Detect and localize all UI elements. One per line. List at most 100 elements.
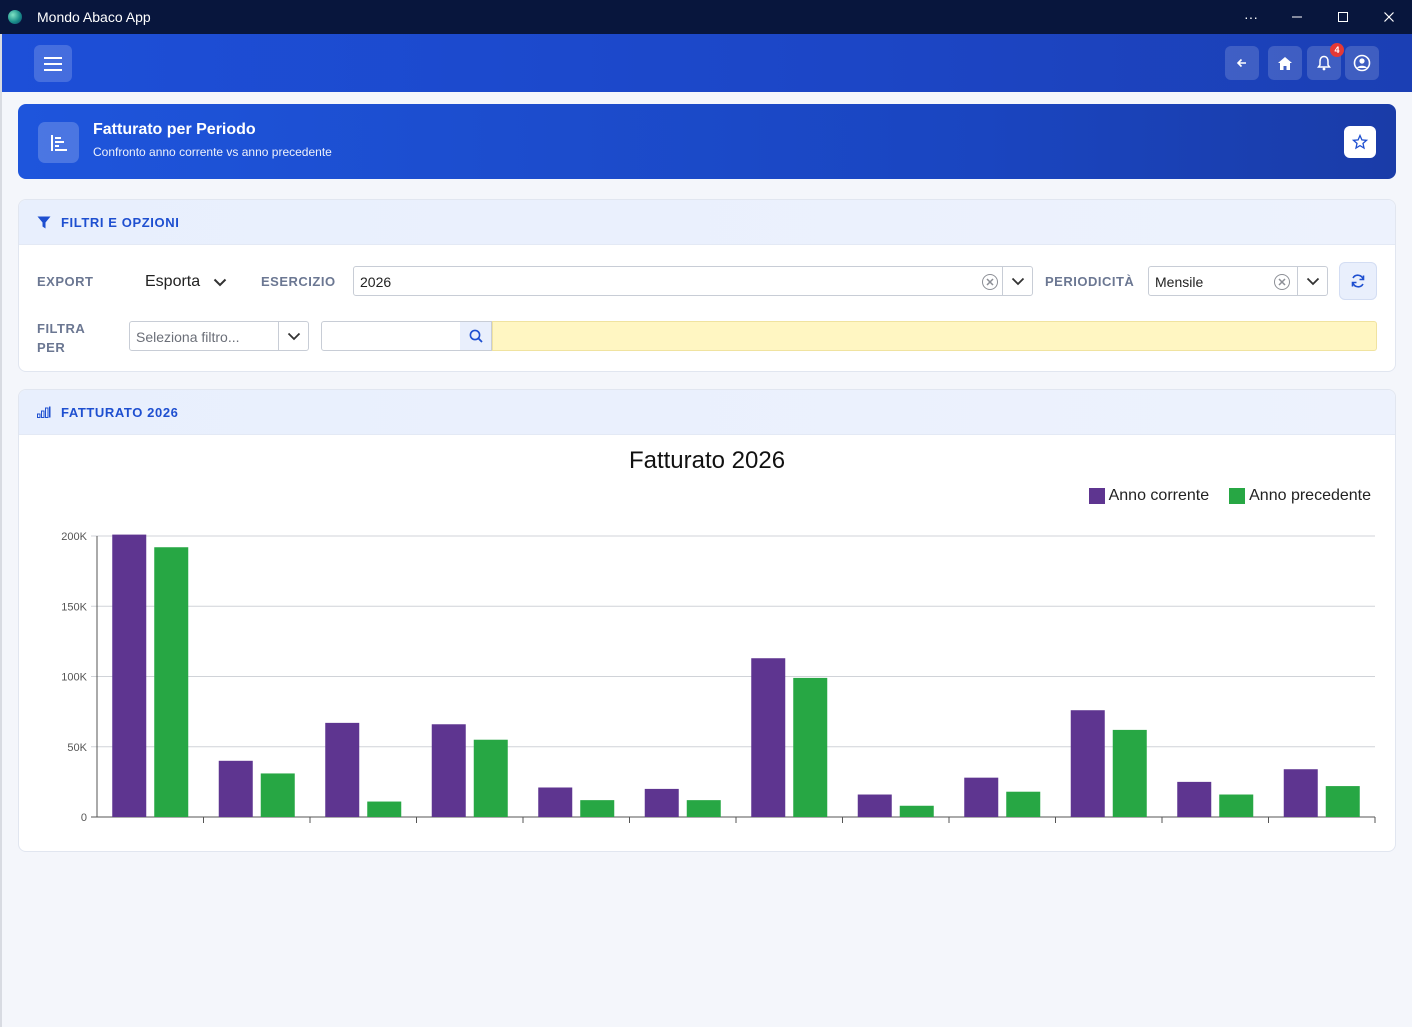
filter-field-placeholder: Seleziona filtro... — [136, 329, 240, 345]
periodicita-select[interactable]: Mensile — [1148, 266, 1328, 296]
periodicita-chevron-down-icon[interactable] — [1297, 267, 1327, 295]
export-dropdown[interactable]: Esporta — [145, 268, 231, 296]
bar-previous-gen[interactable] — [154, 547, 189, 817]
menu-button[interactable] — [34, 45, 72, 82]
search-button[interactable] — [460, 321, 492, 351]
clear-esercizio-icon[interactable] — [982, 274, 998, 290]
esercizio-chevron-down-icon[interactable] — [1002, 267, 1032, 295]
refresh-button[interactable] — [1339, 262, 1377, 300]
maximize-button[interactable] — [1320, 0, 1366, 34]
legend-item-current[interactable]: Anno corrente — [1088, 487, 1209, 505]
bar-current-giu[interactable] — [644, 788, 679, 817]
filter-field-chevron-down-icon[interactable] — [278, 322, 308, 350]
export-label: EXPORT — [37, 274, 94, 289]
search-icon — [469, 329, 483, 343]
user-profile-button[interactable] — [1345, 46, 1379, 80]
close-icon — [1384, 12, 1394, 22]
bar-previous-giu[interactable] — [686, 800, 721, 817]
filter-icon — [37, 216, 51, 228]
chevron-down-icon — [213, 278, 227, 286]
bar-current-apr[interactable] — [431, 724, 466, 817]
page-title-card: Fatturato per Periodo Confronto anno cor… — [18, 104, 1396, 179]
minimize-button[interactable] — [1274, 0, 1320, 34]
periodicita-value: Mensile — [1155, 274, 1204, 290]
x-tick-label: feb — [248, 829, 265, 830]
filters-title: FILTRI E OPZIONI — [61, 214, 180, 230]
back-button[interactable] — [1225, 46, 1259, 80]
window-controls: ··· — [1228, 0, 1412, 34]
esercizio-value: 2026 — [360, 274, 392, 290]
window-titlebar: Mondo Abaco App ··· — [0, 0, 1412, 34]
bar-previous-mag[interactable] — [580, 800, 615, 817]
app-logo-icon — [8, 10, 22, 24]
bar-current-set[interactable] — [964, 777, 999, 817]
x-tick-label: set — [994, 829, 1011, 830]
minimize-icon — [1292, 16, 1302, 18]
bar-current-lug[interactable] — [751, 658, 786, 817]
bar-current-ago[interactable] — [857, 794, 892, 817]
notifications-button[interactable]: 4 — [1307, 43, 1344, 80]
home-button[interactable] — [1268, 46, 1302, 80]
legend-item-previous[interactable]: Anno precedente — [1229, 487, 1371, 505]
esercizio-label: ESERCIZIO — [261, 274, 336, 289]
filters-panel-header[interactable]: FILTRI E OPZIONI — [19, 200, 1395, 245]
app-header: 4 — [2, 34, 1412, 92]
notification-badge: 4 — [1330, 43, 1344, 57]
window-title: Mondo Abaco App — [37, 9, 151, 25]
bar-previous-ott[interactable] — [1112, 729, 1147, 817]
chart-panel: FATTURATO 2026 Fatturato 2026 Anno corre… — [18, 389, 1396, 852]
close-window-button[interactable] — [1366, 0, 1412, 34]
esercizio-select[interactable]: 2026 — [353, 266, 1033, 296]
star-icon — [1352, 134, 1368, 150]
y-tick-label: 150K — [61, 601, 87, 613]
refresh-icon — [1351, 274, 1365, 288]
arrow-left-icon — [1236, 58, 1246, 68]
filter-field-select[interactable]: Seleziona filtro... — [129, 321, 309, 351]
bar-current-feb[interactable] — [218, 760, 253, 817]
x-tick-label: nov — [1206, 829, 1225, 830]
x-tick-label: ago — [886, 829, 906, 830]
bar-previous-feb[interactable] — [260, 773, 295, 817]
filtra-per-label: FILTRA PER — [37, 319, 85, 357]
bar-current-dic[interactable] — [1283, 769, 1318, 817]
bar-previous-dic[interactable] — [1325, 786, 1360, 817]
y-tick-label: 100K — [61, 672, 87, 684]
bell-icon — [1317, 55, 1331, 71]
chart-title: Fatturato 2026 — [628, 447, 786, 474]
periodicita-label: PERIODICITÀ — [1045, 274, 1135, 289]
home-icon — [1278, 56, 1292, 70]
chart-section-title: FATTURATO 2026 — [61, 404, 179, 420]
bar-previous-apr[interactable] — [473, 739, 508, 817]
y-tick-label: 0 — [81, 812, 87, 824]
bar-current-nov[interactable] — [1177, 781, 1212, 817]
legend-swatch-current — [1088, 488, 1105, 504]
x-tick-label: apr — [461, 829, 478, 830]
bar-previous-nov[interactable] — [1219, 794, 1254, 817]
user-circle-icon — [1353, 54, 1371, 72]
bar-previous-ago[interactable] — [899, 805, 934, 817]
bar-current-gen[interactable] — [112, 534, 147, 817]
chart-legend: Anno corrente Anno precedente — [1069, 487, 1371, 505]
x-tick-label: giu — [675, 829, 691, 830]
maximize-icon — [1338, 12, 1348, 22]
bar-current-mag[interactable] — [538, 787, 573, 817]
bar-previous-mar[interactable] — [367, 801, 402, 817]
filters-panel: FILTRI E OPZIONI EXPORT Esporta ESERCIZI… — [18, 199, 1396, 372]
bar-previous-lug[interactable] — [793, 677, 828, 817]
fatturato-bar-chart: 0 50K 100K 150K 200K gen feb mar apr mag giu lug ago… — [61, 531, 1376, 830]
x-tick-label: lug — [781, 829, 797, 830]
y-tick-label: 50K — [67, 742, 87, 754]
bar-previous-set[interactable] — [1006, 791, 1041, 817]
bar-current-ott[interactable] — [1070, 710, 1105, 817]
clear-periodicita-icon[interactable] — [1274, 274, 1290, 290]
x-tick-label: mag — [565, 829, 588, 830]
chart-panel-header[interactable]: FATTURATO 2026 — [19, 390, 1395, 435]
bar-current-mar[interactable] — [325, 722, 360, 817]
more-options-button[interactable]: ··· — [1228, 0, 1274, 34]
bar-chart-icon — [37, 406, 51, 418]
hamburger-icon — [44, 56, 62, 71]
x-tick-label: mar — [353, 829, 374, 830]
y-tick-label: 200K — [61, 531, 87, 543]
favorite-button[interactable] — [1344, 126, 1376, 158]
filter-search-input[interactable] — [321, 321, 461, 351]
